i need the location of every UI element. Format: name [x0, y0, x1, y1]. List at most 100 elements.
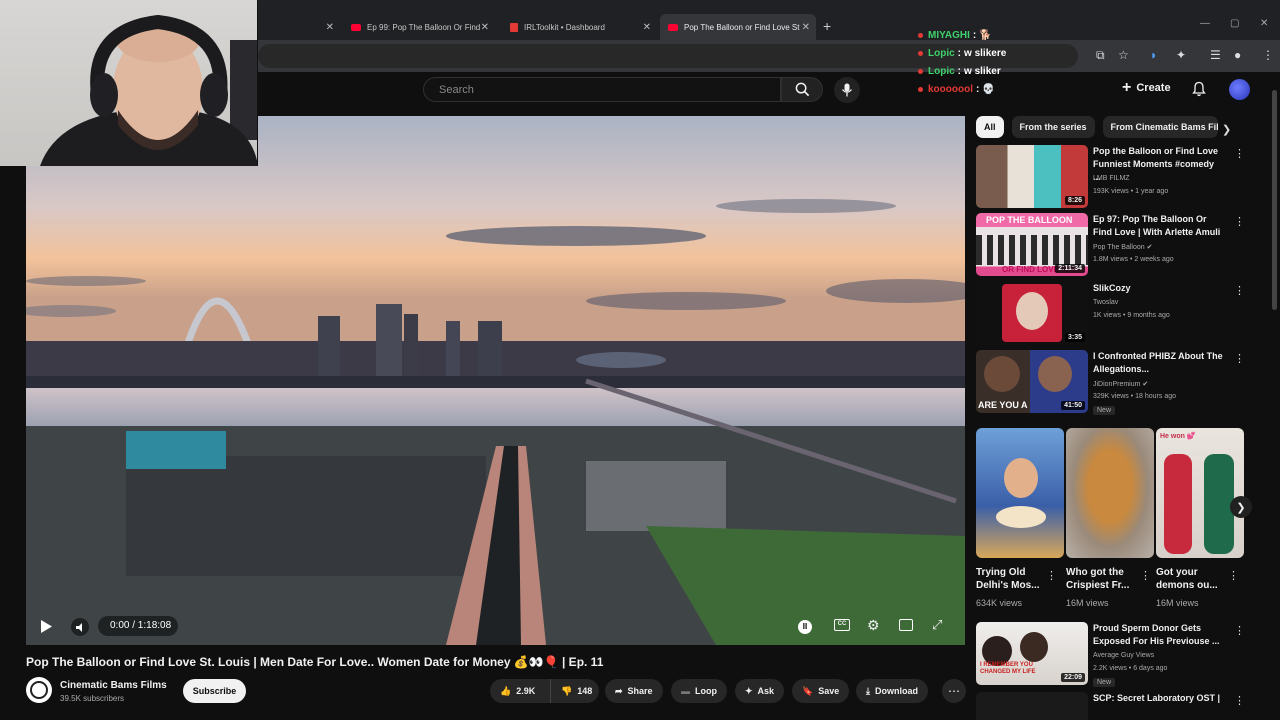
recommendation-item[interactable]: I REMEMBER YOU CHANGED MY LIFE 22:09 Pro… — [976, 622, 1256, 687]
chip-from-series[interactable]: From the series — [1011, 116, 1095, 138]
plus-icon: + — [1122, 79, 1132, 96]
save-button[interactable]: 🔖 Save — [792, 679, 850, 703]
recommendation-item[interactable]: SCP: Secret Laboratory OST | ⋮ — [976, 692, 1256, 720]
profile-icon[interactable]: ● — [1234, 48, 1241, 62]
tab-previous[interactable]: ✕ — [258, 14, 340, 40]
voice-search-button[interactable] — [834, 77, 860, 103]
thumbs-down-icon: 👎 — [561, 685, 573, 696]
more-vertical-icon[interactable]: ⋮ — [1234, 352, 1245, 365]
extensions-puzzle-icon[interactable]: ✦ — [1176, 48, 1186, 62]
thumbnail-people — [976, 235, 1088, 265]
duration-badge: 8:26 — [1064, 196, 1085, 205]
autoplay-toggle-icon[interactable]: II — [798, 620, 812, 634]
chat-message: MIYAGHI: 🐕 — [918, 26, 1006, 44]
video-thumbnail[interactable]: POP THE BALLOON OR FIND LOVE 2:11:34 — [976, 213, 1088, 276]
channel-avatar[interactable] — [26, 677, 52, 703]
verified-check-icon: ✔ — [1146, 244, 1153, 251]
video-thumbnail[interactable] — [976, 692, 1088, 720]
thumbnail-text: ARE YOU A — [978, 400, 1028, 410]
subscribe-button[interactable]: Subscribe — [183, 679, 246, 703]
recommendation-item[interactable]: 3:35 SlikCozy Twoslav 1K views • 9 month… — [976, 282, 1256, 346]
short-title: Trying Old Delhi's Mos... — [976, 567, 1040, 591]
like-button[interactable]: 👍 2.9K — [490, 679, 550, 703]
new-tab-button[interactable]: + — [823, 18, 831, 34]
video-thumbnail[interactable]: 3:35 — [976, 282, 1088, 345]
microphone-icon — [841, 83, 853, 97]
chevron-right-icon[interactable]: ❯ — [1222, 123, 1231, 136]
short-thumbnail[interactable]: He won 💕 — [1156, 428, 1244, 558]
play-icon[interactable] — [40, 620, 52, 633]
chevron-right-icon[interactable]: ❯ — [1230, 496, 1252, 518]
thumbnail-image — [1002, 284, 1062, 342]
stream-chat-overlay: MIYAGHI: 🐕 Lopic: w slikere Lopic: w sliker… — [918, 26, 1006, 98]
tab-active-video[interactable]: Pop The Balloon or Find Love St ✕ — [660, 14, 816, 40]
short-thumbnail[interactable] — [1066, 428, 1154, 558]
verified-check-icon: ✔ — [1142, 381, 1149, 388]
create-button[interactable]: + Create — [1122, 79, 1171, 97]
channel-name[interactable]: Cinematic Bams Films — [60, 680, 167, 691]
short-views: 634K views — [976, 598, 1023, 608]
new-badge: New — [1093, 406, 1116, 415]
thumbnail-text: OR FIND LOVE — [1002, 265, 1059, 274]
tab-ep99[interactable]: Ep 99: Pop The Balloon Or Find ✕ — [343, 14, 495, 40]
more-vertical-icon[interactable]: ⋮ — [1234, 215, 1245, 228]
close-tab-icon[interactable]: ✕ — [326, 22, 334, 33]
share-arrow-icon: ➦ — [615, 685, 623, 696]
more-vertical-icon[interactable]: ⋮ — [1234, 147, 1245, 160]
subtitles-icon[interactable]: CC — [834, 619, 850, 631]
short-thumbnail[interactable] — [976, 428, 1064, 558]
webcam-overlay — [0, 0, 258, 166]
video-thumbnail[interactable]: I REMEMBER YOU CHANGED MY LIFE 22:09 — [976, 622, 1088, 685]
account-avatar[interactable] — [1229, 79, 1250, 100]
bookmark-star-icon[interactable]: ☆ — [1118, 48, 1129, 62]
more-vertical-icon[interactable]: ⋮ — [1228, 569, 1239, 582]
miniplayer-icon[interactable] — [899, 619, 913, 631]
close-tab-icon[interactable]: ✕ — [802, 22, 810, 33]
video-thumbnail[interactable]: ARE YOU A 41:50 — [976, 350, 1088, 413]
ask-button[interactable]: ✦ Ask — [735, 679, 785, 703]
share-button[interactable]: ➦ Share — [605, 679, 663, 703]
fullscreen-icon[interactable]: ⤢ — [932, 617, 942, 633]
bell-icon — [1192, 81, 1206, 97]
channel-name: JiDionPremium ✔ — [1093, 381, 1149, 388]
more-vertical-icon[interactable]: ⋮ — [1046, 569, 1057, 582]
streamer-webcam-image — [40, 14, 257, 166]
close-tab-icon[interactable]: ✕ — [481, 22, 489, 33]
recommendation-item[interactable]: POP THE BALLOON OR FIND LOVE 2:11:34 Ep … — [976, 213, 1256, 277]
more-actions-button[interactable]: ⋯ — [942, 679, 966, 703]
more-vertical-icon[interactable]: ⋮ — [1234, 694, 1245, 707]
tab-irltoolkit[interactable]: IRLToolkit • Dashboard ✕ — [502, 14, 657, 40]
video-frame-city-skyline — [26, 116, 965, 645]
settings-gear-icon[interactable]: ⚙ — [867, 617, 880, 634]
close-tab-icon[interactable]: ✕ — [643, 22, 651, 33]
video-meta: 329K views • 18 hours ago — [1093, 393, 1177, 400]
notifications-button[interactable] — [1192, 81, 1206, 102]
more-vertical-icon[interactable]: ⋮ — [1234, 284, 1245, 297]
chip-all[interactable]: All — [976, 116, 1004, 138]
install-app-icon[interactable]: ⧉ — [1096, 48, 1105, 63]
tab-search-icon[interactable]: ☰ — [1210, 48, 1221, 62]
video-player[interactable] — [26, 116, 965, 645]
dislike-button[interactable]: 👎 148 — [550, 679, 599, 703]
loop-button[interactable]: ▬ Loop — [671, 679, 727, 703]
video-thumbnail[interactable]: 8:26 — [976, 145, 1088, 208]
recommendation-item[interactable]: ARE YOU A 41:50 I Confronted PHIBZ About… — [976, 350, 1256, 415]
scrollbar-thumb[interactable] — [1272, 90, 1277, 310]
download-button[interactable]: ⤓ Download — [856, 679, 928, 703]
minimize-icon[interactable]: — — [1200, 18, 1210, 29]
youtube-icon — [351, 23, 361, 31]
short-views: 16M views — [1066, 598, 1109, 608]
more-vertical-icon[interactable]: ⋮ — [1234, 624, 1245, 637]
extension-audio-icon[interactable]: ◗ — [1150, 48, 1157, 62]
channel-name: Pop The Balloon ✔ — [1093, 244, 1153, 251]
volume-button[interactable] — [71, 618, 89, 636]
window-close-icon[interactable]: ✕ — [1260, 18, 1268, 29]
search-input[interactable]: Search — [423, 77, 781, 102]
browser-menu-icon[interactable]: ⋮ — [1262, 48, 1274, 62]
search-button[interactable] — [781, 77, 823, 102]
recommendation-item[interactable]: 8:26 Pop the Balloon or Find Love Funnie… — [976, 145, 1256, 209]
maximize-icon[interactable]: ▢ — [1230, 18, 1239, 29]
chat-badge-icon — [918, 32, 923, 38]
more-vertical-icon[interactable]: ⋮ — [1140, 569, 1151, 582]
chip-from-channel[interactable]: From Cinematic Bams Fil — [1102, 116, 1218, 138]
